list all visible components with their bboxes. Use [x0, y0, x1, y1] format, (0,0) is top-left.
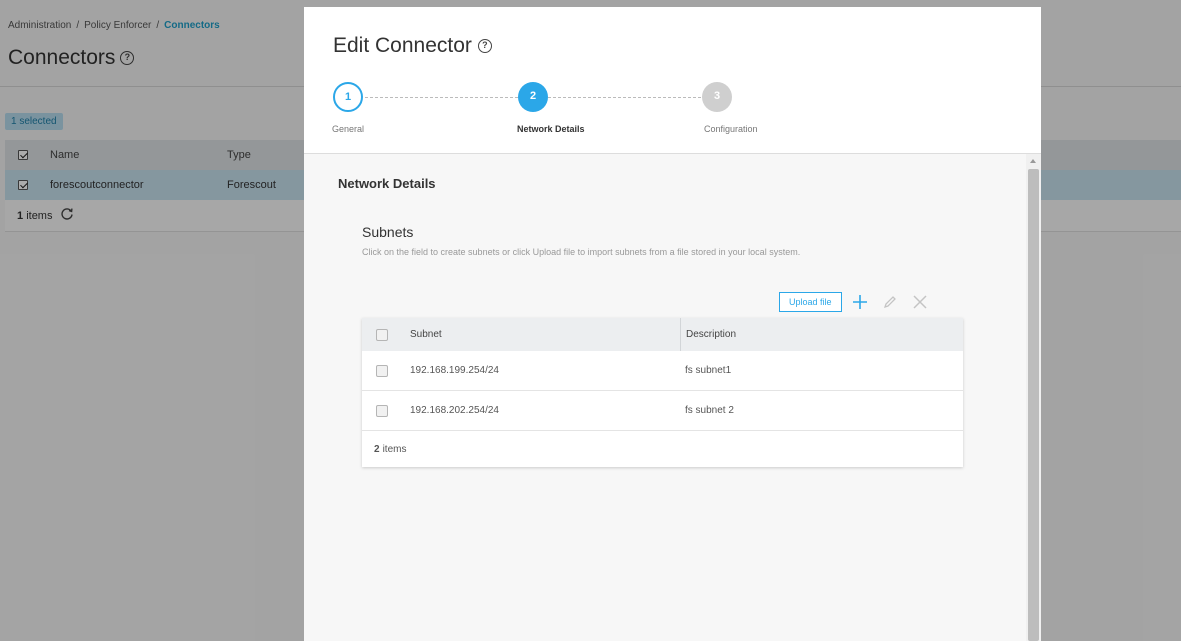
subnets-table-header: Subnet Description [362, 318, 963, 351]
step-2-label: Network Details [517, 124, 585, 134]
close-icon[interactable] [908, 290, 932, 314]
subnet-description: fs subnet1 [685, 365, 732, 376]
subnets-toolbar: Upload file [779, 289, 932, 315]
table-row[interactable]: 192.168.199.254/24 fs subnet1 [362, 351, 963, 391]
step-3-circle[interactable]: 3 [702, 82, 732, 112]
select-all-checkbox[interactable] [376, 328, 388, 341]
scroll-thumb[interactable] [1028, 169, 1039, 641]
step-2-circle[interactable]: 2 [518, 82, 548, 112]
scroll-up-arrow[interactable] [1030, 159, 1036, 163]
subnets-table: Subnet Description 192.168.199.254/24 fs… [362, 318, 963, 467]
step-1-circle[interactable]: 1 [333, 82, 363, 112]
column-header-subnet[interactable]: Subnet [410, 329, 680, 340]
step-connector-line [365, 97, 518, 98]
subnets-description: Click on the field to create subnets or … [362, 247, 801, 257]
section-title: Network Details [338, 176, 436, 191]
row-checkbox[interactable] [376, 364, 388, 377]
subnets-title: Subnets [362, 224, 414, 240]
modal-header: Edit Connector ? 1 2 3 General Network D… [304, 7, 1041, 154]
step-1-label: General [332, 124, 365, 134]
edit-icon[interactable] [878, 290, 902, 314]
row-checkbox[interactable] [376, 404, 388, 417]
items-count: 2 [374, 443, 380, 455]
wizard-stepper: 1 2 3 General Network Details Configurat… [304, 7, 1041, 154]
modal-body: Network Details Subnets Click on the fie… [304, 154, 1041, 641]
column-header-description[interactable]: Description [680, 318, 963, 351]
step-connector-line [548, 97, 701, 98]
subnet-description: fs subnet 2 [685, 405, 734, 416]
step-3-label: Configuration [704, 124, 758, 134]
subnet-value: 192.168.199.254/24 [410, 365, 499, 376]
edit-connector-modal: Edit Connector ? 1 2 3 General Network D… [304, 7, 1041, 641]
subnets-table-footer: 2 items [362, 431, 963, 467]
plus-icon[interactable] [848, 290, 872, 314]
table-row[interactable]: 192.168.202.254/24 fs subnet 2 [362, 391, 963, 431]
subnet-value: 192.168.202.254/24 [410, 405, 499, 416]
upload-file-button[interactable]: Upload file [779, 292, 842, 312]
items-label: items [382, 443, 407, 455]
modal-scrollbar[interactable] [1026, 154, 1041, 641]
